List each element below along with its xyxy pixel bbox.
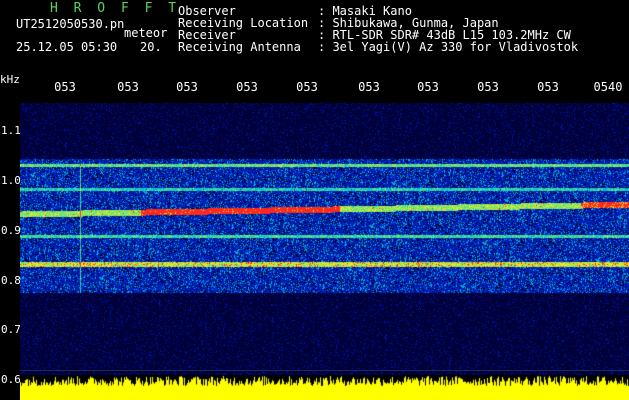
baseline-divider (20, 370, 629, 371)
x-tick-label: 053 (477, 80, 499, 94)
x-tick-label: 053 (176, 80, 198, 94)
x-tick-label: 053 (236, 80, 258, 94)
observation-date: 25.12.05 05:30 (16, 40, 118, 54)
antenna-value: : 3el Yagi(V) Az 330 for Vladivostok (318, 40, 579, 54)
antenna-label: Receiving Antenna (178, 40, 301, 54)
spectrogram (20, 103, 629, 375)
x-tick-label: 053 (296, 80, 318, 94)
x-tick-label: 0540 (593, 80, 623, 94)
y-tick-label: 0.9 (1, 224, 21, 237)
y-tick-label: 0.7 (1, 323, 21, 336)
signal-level-bars (20, 375, 629, 400)
x-tick-label: 053 (417, 80, 439, 94)
file-name: UT2512050530.pn (16, 17, 125, 31)
duration: 20. (140, 40, 162, 54)
x-tick-label: 053 (54, 80, 76, 94)
x-tick-label: 053 (358, 80, 380, 94)
y-tick-label: 1.1 (1, 124, 21, 137)
x-tick-label: 053 (117, 80, 139, 94)
type-label: meteor (124, 26, 168, 40)
y-axis-unit: kHz (0, 73, 20, 86)
y-tick-label: 0.6 (1, 373, 21, 386)
x-tick-label: 053 (537, 80, 559, 94)
app-title: H R O F F T (50, 1, 181, 16)
y-tick-label: 1.0 (1, 174, 21, 187)
y-tick-label: 0.8 (1, 274, 21, 287)
